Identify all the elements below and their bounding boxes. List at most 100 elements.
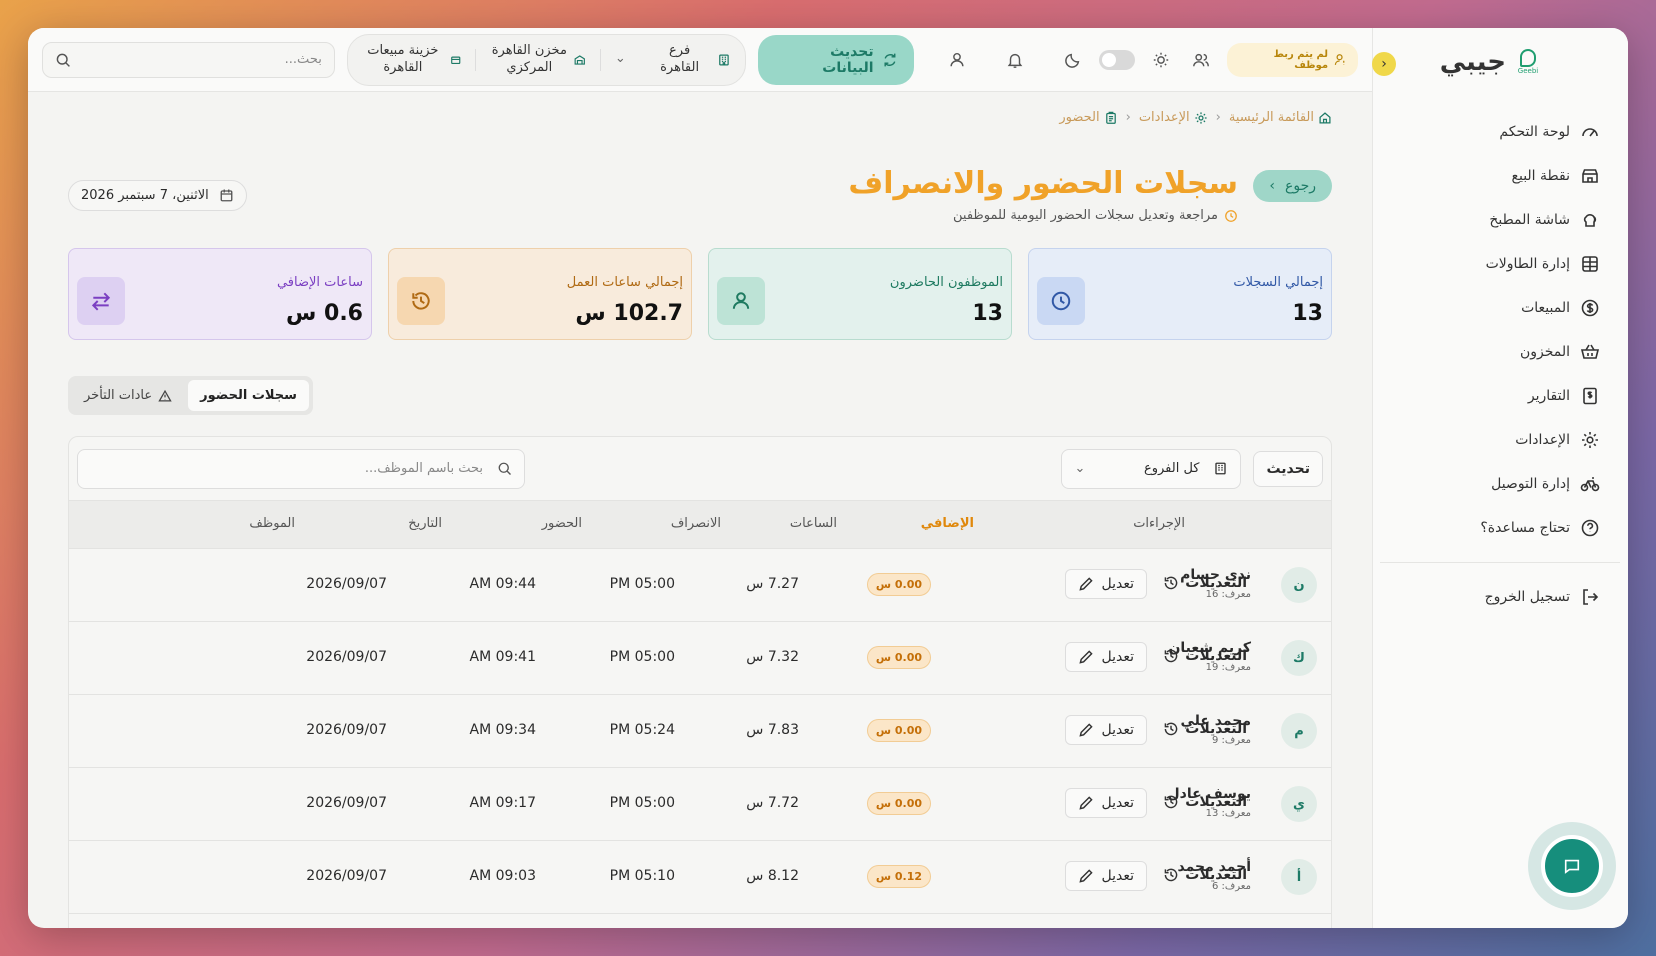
avatar: ن xyxy=(1281,567,1317,603)
location-selector[interactable]: فرع القاهرة ⌄ مخزن القاهرة المركزي خزينة… xyxy=(346,33,747,86)
basket-icon xyxy=(1580,342,1600,362)
sidebar-item-dashboard[interactable]: لوحة التحكم xyxy=(1390,110,1600,154)
sidebar-item-inventory[interactable]: المخزون xyxy=(1390,330,1600,374)
bike-icon xyxy=(1580,474,1600,494)
table-grid-icon xyxy=(1580,254,1600,274)
sidebar-item-label: نقطة البيع xyxy=(1511,168,1570,184)
history-icon xyxy=(1164,722,1178,736)
edit-label: تعديل xyxy=(1101,868,1135,884)
col-check-out: الانصراف xyxy=(670,516,721,531)
divider xyxy=(475,48,477,71)
sidebar-item-delivery[interactable]: إدارة التوصيل xyxy=(1390,462,1600,506)
branch-filter-label: كل الفروع xyxy=(1143,461,1200,476)
sidebar-item-kitchen[interactable]: شاشة المطبخ xyxy=(1390,198,1600,242)
view-tabs: عادات التأخر سجلات الحضور xyxy=(68,376,313,415)
row-check-in: 09:17 AM xyxy=(469,795,536,811)
warehouse-selector[interactable]: مخزن القاهرة المركزي xyxy=(490,43,586,77)
profile-button[interactable] xyxy=(944,46,972,74)
col-overtime: الإضافي xyxy=(920,516,974,531)
search-icon xyxy=(498,462,511,475)
row-date: 2026/09/07 xyxy=(306,722,387,738)
row-hours: 7.32 س xyxy=(746,649,799,665)
calendar-icon xyxy=(220,189,233,202)
home-icon xyxy=(1319,111,1331,124)
table-row: ن ندى حسام معرف: 16 2026/09/07 09:44 AM … xyxy=(69,549,1331,622)
history-icon xyxy=(1164,795,1178,809)
breadcrumb-settings-label: الإعدادات xyxy=(1138,110,1190,125)
stat-value: 102.7 س xyxy=(575,301,683,326)
unlinked-employee-badge[interactable]: لم يتم ربط موظف xyxy=(1226,42,1358,77)
sidebar-item-pos[interactable]: نقطة البيع xyxy=(1390,154,1600,198)
table-row: ك كريم شعبان معرف: 19 2026/09/07 09:41 A… xyxy=(69,622,1331,695)
tab-label: سجلات الحضور xyxy=(200,388,297,403)
edit-label: تعديل xyxy=(1101,649,1135,665)
dark-mode-button[interactable] xyxy=(1059,46,1087,74)
building-icon xyxy=(1215,462,1227,475)
clock-icon xyxy=(1225,209,1237,222)
stat-total-records: إجمالي السجلات 13 xyxy=(1028,248,1332,340)
notifications-button[interactable] xyxy=(1001,46,1029,74)
global-search-input[interactable]: بحث... xyxy=(42,41,335,78)
row-check-in: 09:41 AM xyxy=(469,649,536,665)
sidebar-item-tables[interactable]: إدارة الطاولات xyxy=(1390,242,1600,286)
users-button[interactable] xyxy=(1187,46,1215,74)
clock-icon xyxy=(1037,277,1085,325)
back-button[interactable]: رجوع › xyxy=(1253,170,1332,202)
employee-search-input[interactable]: بحث باسم الموظف... xyxy=(77,448,525,489)
logout-label: تسجيل الخروج xyxy=(1484,589,1570,605)
chat-button[interactable] xyxy=(1528,822,1616,910)
logout-button[interactable]: تسجيل الخروج xyxy=(1390,575,1600,619)
edit-label: تعديل xyxy=(1101,722,1135,738)
table-row: ي يوسف عادل معرف: 13 2026/09/07 09:17 AM… xyxy=(69,768,1331,841)
refresh-button[interactable]: تحديث xyxy=(1253,450,1323,487)
branch-filter-select[interactable]: كل الفروع ⌄ xyxy=(1061,448,1242,489)
gear-icon xyxy=(1195,111,1207,124)
cashbox-selector[interactable]: خزينة مبيعات القاهرة xyxy=(362,43,461,77)
sidebar-item-label: المخزون xyxy=(1519,344,1570,360)
stat-value: 13 xyxy=(1292,301,1323,326)
table-row: م محمد علي معرف: 9 2026/09/07 09:34 AM 0… xyxy=(69,695,1331,768)
chevron-down-icon: ⌄ xyxy=(614,51,626,67)
report-icon xyxy=(1580,386,1600,406)
history-icon xyxy=(397,277,445,325)
sidebar-item-help[interactable]: تحتاج مساعدة؟ xyxy=(1390,506,1600,550)
clipboard-icon xyxy=(1105,111,1116,124)
branch-selector[interactable]: فرع القاهرة ⌄ xyxy=(615,43,732,77)
breadcrumb-settings[interactable]: الإعدادات xyxy=(1139,110,1208,125)
tab-attendance-records[interactable]: سجلات الحضور xyxy=(188,380,309,411)
chevron-down-icon: ⌄ xyxy=(1074,461,1086,476)
moon-icon xyxy=(1065,53,1080,68)
brand-logo-text: Geebi xyxy=(1517,67,1539,75)
history-button[interactable]: التعديلات xyxy=(1163,648,1247,664)
sidebar-item-label: المبيعات xyxy=(1521,300,1570,316)
sidebar-item-sales[interactable]: المبيعات xyxy=(1390,286,1600,330)
history-label: التعديلات xyxy=(1185,867,1247,883)
history-button[interactable]: التعديلات xyxy=(1163,794,1247,810)
col-check-in: الحضور xyxy=(541,516,582,531)
edit-button[interactable]: تعديل xyxy=(1064,569,1147,599)
history-button[interactable]: التعديلات xyxy=(1163,867,1247,883)
tab-late-habits[interactable]: عادات التأخر xyxy=(72,380,184,411)
sidebar-item-reports[interactable]: التقارير xyxy=(1390,374,1600,418)
col-employee: الموظف xyxy=(249,516,295,531)
collapse-sidebar-button[interactable]: ‹ xyxy=(1372,52,1396,76)
col-actions: الإجراءات xyxy=(1133,516,1185,531)
sidebar-item-label: إدارة التوصيل xyxy=(1491,476,1570,492)
history-button[interactable]: التعديلات xyxy=(1163,721,1247,737)
brand-name: جيبي xyxy=(1439,47,1506,77)
edit-button[interactable]: تعديل xyxy=(1064,861,1147,891)
back-label: رجوع xyxy=(1284,178,1316,194)
breadcrumb-home-label: القائمة الرئيسية xyxy=(1228,110,1314,125)
light-mode-button[interactable] xyxy=(1147,46,1175,74)
sync-data-button[interactable]: تحديث البيانات xyxy=(758,34,914,85)
history-button[interactable]: التعديلات xyxy=(1163,575,1247,591)
cashbox-label: خزينة مبيعات القاهرة xyxy=(367,42,439,75)
building-icon xyxy=(719,54,730,65)
theme-toggle[interactable] xyxy=(1099,49,1135,70)
edit-button[interactable]: تعديل xyxy=(1064,788,1147,818)
edit-button[interactable]: تعديل xyxy=(1064,715,1147,745)
sidebar-item-settings[interactable]: الإعدادات xyxy=(1390,418,1600,462)
edit-button[interactable]: تعديل xyxy=(1064,642,1147,672)
breadcrumb-home[interactable]: القائمة الرئيسية xyxy=(1229,110,1332,125)
date-picker[interactable]: الاثنين، 7 سبتمبر 2026 xyxy=(68,180,247,211)
